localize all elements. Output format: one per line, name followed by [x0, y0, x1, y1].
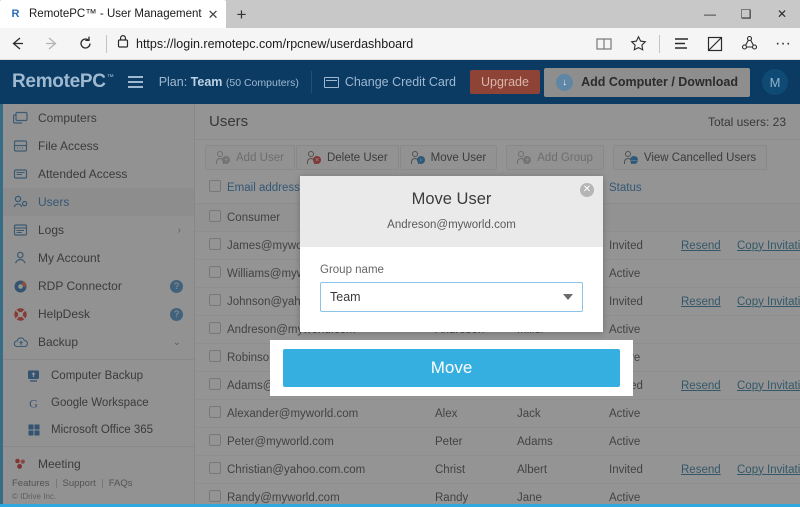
- browser-tabstrip: R RemotePC™ - User Management ✕ + — ❑ ✕: [0, 0, 800, 28]
- browser-navbar: https://login.remotepc.com/rpcnew/userda…: [0, 28, 800, 60]
- avatar[interactable]: M: [762, 69, 788, 95]
- plan-info: Plan: Team (50 Computers): [159, 75, 299, 89]
- forward-icon[interactable]: [34, 28, 68, 60]
- plan-prefix: Plan:: [159, 75, 191, 89]
- minimize-icon[interactable]: —: [692, 0, 728, 28]
- app-root: R RemotePC™ - User Management ✕ + — ❑ ✕ …: [0, 0, 800, 507]
- share-icon[interactable]: [732, 28, 766, 60]
- hamburger-icon[interactable]: [128, 76, 143, 88]
- modal-header: ✕ Move User Andreson@myworld.com: [300, 176, 603, 247]
- close-icon[interactable]: ✕: [580, 183, 594, 197]
- header-divider: [311, 71, 312, 93]
- new-tab-button[interactable]: +: [226, 2, 256, 28]
- reading-view-icon[interactable]: [587, 28, 621, 60]
- lock-icon: [117, 34, 129, 53]
- nav-divider-2: [659, 35, 660, 53]
- favorite-star-icon[interactable]: [621, 28, 655, 60]
- window-close-icon[interactable]: ✕: [764, 0, 800, 28]
- hub-icon[interactable]: [664, 28, 698, 60]
- remotepc-logo-icon: R: [8, 7, 23, 22]
- app-header: RemotePC ™ Plan: Team (50 Computers) Cha…: [0, 60, 800, 104]
- plan-name: Team: [191, 75, 223, 89]
- back-icon[interactable]: [0, 28, 34, 60]
- url-text: https://login.remotepc.com/rpcnew/userda…: [136, 37, 413, 51]
- brand-logo[interactable]: RemotePC ™: [12, 71, 114, 93]
- change-credit-card-label: Change Credit Card: [345, 75, 456, 89]
- credit-card-icon: [324, 77, 339, 88]
- web-notes-icon[interactable]: [698, 28, 732, 60]
- chevron-down-icon: [563, 294, 573, 300]
- modal-subtitle-email: Andreson@myworld.com: [300, 219, 603, 231]
- group-name-select[interactable]: Team: [320, 282, 583, 312]
- download-icon: ↓: [556, 74, 573, 91]
- add-computer-button[interactable]: ↓ Add Computer / Download: [544, 68, 750, 97]
- brand-name: RemotePC: [12, 71, 106, 93]
- plan-count: (50 Computers): [226, 77, 299, 89]
- modal-footer: Move: [270, 340, 633, 396]
- address-bar[interactable]: https://login.remotepc.com/rpcnew/userda…: [111, 28, 587, 60]
- reload-icon[interactable]: [68, 28, 102, 60]
- modal-title: Move User: [300, 190, 603, 209]
- brand-trademark: ™: [107, 74, 114, 81]
- nav-divider: [106, 35, 107, 53]
- more-options-icon[interactable]: ···: [766, 28, 800, 60]
- move-submit-button[interactable]: Move: [283, 349, 620, 387]
- upgrade-button[interactable]: Upgrade: [470, 70, 540, 94]
- browser-tab-title: RemotePC™ - User Management: [29, 8, 202, 20]
- modal-body: Group name Team: [300, 247, 603, 332]
- close-icon[interactable]: ✕: [208, 8, 219, 21]
- navbar-actions: ···: [587, 28, 800, 60]
- change-credit-card-button[interactable]: Change Credit Card: [324, 75, 456, 89]
- group-name-selected-value: Team: [330, 290, 361, 304]
- maximize-icon[interactable]: ❑: [728, 0, 764, 28]
- group-name-label: Group name: [320, 264, 583, 276]
- browser-tab[interactable]: R RemotePC™ - User Management ✕: [0, 0, 226, 28]
- window-controls: — ❑ ✕: [692, 0, 800, 28]
- move-user-modal: ✕ Move User Andreson@myworld.com Group n…: [300, 176, 603, 332]
- add-computer-label: Add Computer / Download: [581, 75, 738, 89]
